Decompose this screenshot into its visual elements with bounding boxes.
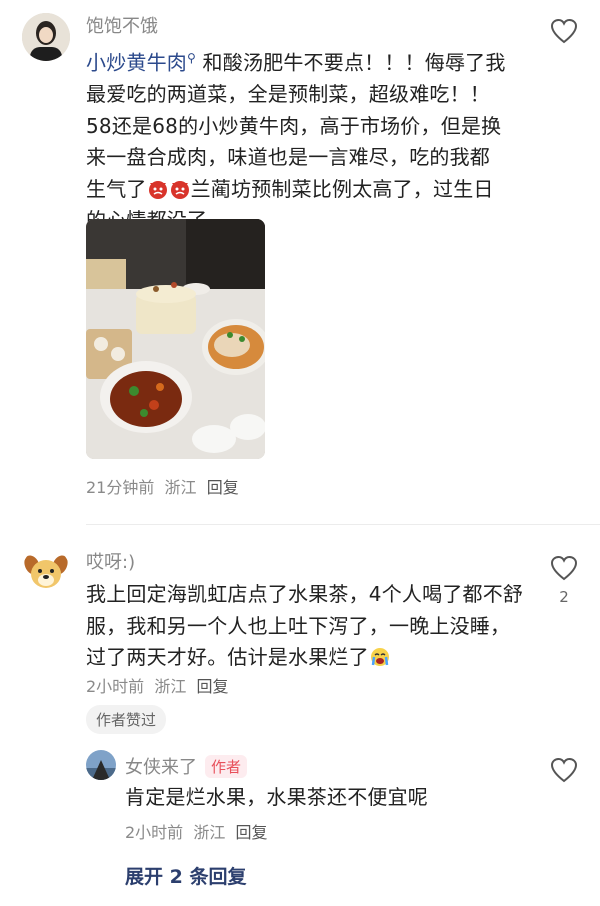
like-heart-icon[interactable]: [550, 555, 578, 581]
search-icon: ⚲: [187, 51, 196, 65]
reply-time: 2小时前: [125, 823, 184, 842]
author-badge: 作者: [205, 755, 248, 778]
like-count: 2: [559, 588, 569, 606]
comment-meta: 2小时前 浙江 回复: [86, 673, 229, 697]
comment-location: 浙江: [164, 478, 197, 497]
avatar[interactable]: [22, 547, 70, 595]
reply-location: 浙江: [193, 823, 226, 842]
crying-face-emoji-icon: [369, 646, 391, 668]
reply-button[interactable]: 回复: [207, 478, 239, 497]
reply-text: 肯定是烂水果，水果茶还不便宜呢: [125, 785, 428, 809]
expand-replies-button[interactable]: 展开 2 条回复: [125, 862, 246, 889]
reply-button[interactable]: 回复: [236, 823, 268, 842]
reply-username-text[interactable]: 女侠来了: [125, 757, 197, 778]
comment-meta: 21分钟前 浙江 回复: [86, 474, 239, 498]
author-liked-badge: 作者赞过: [86, 705, 167, 734]
comment-time: 21分钟前: [86, 478, 155, 497]
comment-text: 小炒黄牛肉⚲ 和酸汤肥牛不要点！！！侮辱了我最爱吃的两道菜，全是预制菜，超级难吃…: [86, 43, 506, 237]
reply-meta: 2小时前 浙江 回复: [125, 819, 268, 843]
reply-username: 女侠来了 作者: [125, 753, 248, 779]
avatar[interactable]: [86, 750, 116, 780]
mention-link[interactable]: 小炒黄牛肉: [86, 51, 187, 75]
reply-button[interactable]: 回复: [197, 677, 229, 696]
comment-username[interactable]: 哎呀:): [86, 548, 135, 574]
like-heart-icon[interactable]: [550, 18, 578, 44]
comment-username[interactable]: 饱饱不饿: [86, 12, 158, 38]
angry-devil-emoji-icon: [147, 178, 169, 200]
comment-text-body: 我上回定海凯虹店点了水果茶，4个人喝了都不舒服，我和另一个人也上吐下泻了，一晚上…: [86, 582, 524, 669]
divider: [86, 524, 600, 525]
comment-photo[interactable]: [86, 219, 265, 459]
comment-text: 我上回定海凯虹店点了水果茶，4个人喝了都不舒服，我和另一个人也上吐下泻了，一晚上…: [86, 579, 526, 674]
angry-devil-emoji-icon: [169, 178, 191, 200]
comment-time: 2小时前: [86, 677, 145, 696]
avatar[interactable]: [22, 13, 70, 61]
comment-location: 浙江: [154, 677, 187, 696]
like-heart-icon[interactable]: [550, 757, 578, 783]
